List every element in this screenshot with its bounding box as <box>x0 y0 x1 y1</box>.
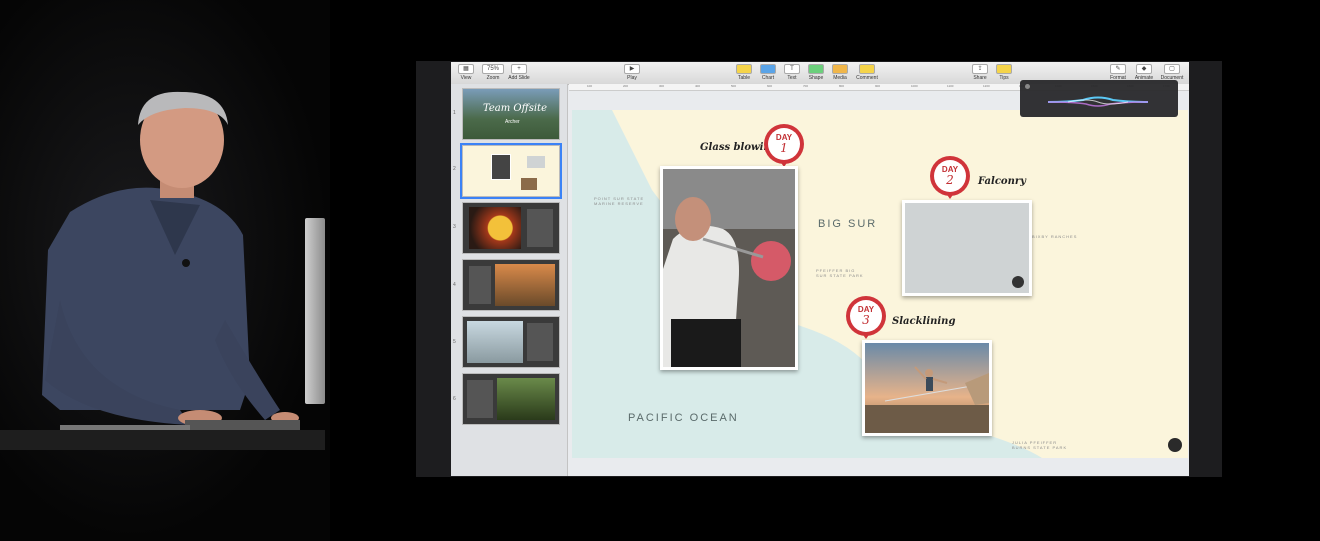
play-icon: ▶ <box>624 64 640 74</box>
slide-number: 4 <box>453 282 456 288</box>
slide-thumbnail-4[interactable] <box>462 259 560 311</box>
thumb-text-block <box>467 380 493 418</box>
plus-icon: + <box>511 64 527 74</box>
slide-number: 5 <box>453 339 456 345</box>
ocean-label: PACIFIC OCEAN <box>628 412 739 424</box>
thumb-text-block <box>527 209 553 247</box>
media-placeholder-icon[interactable] <box>1012 276 1024 288</box>
thumb-placeholder <box>527 156 545 168</box>
chart-icon <box>760 64 776 74</box>
slide-number: 1 <box>453 110 456 116</box>
slide-subtitle: Archer <box>505 119 520 125</box>
desk <box>0 430 325 450</box>
shape-icon <box>808 64 824 74</box>
monitor-stand <box>305 218 325 404</box>
day2-pin: DAY 2 <box>930 156 970 199</box>
siri-waveform-icon <box>1048 96 1148 107</box>
comment-button[interactable]: Comment <box>855 64 879 82</box>
thumb-photo <box>467 321 523 363</box>
siri-panel[interactable] <box>1020 80 1178 117</box>
tips-button[interactable]: Tips <box>995 64 1013 82</box>
slide-number: 6 <box>453 396 456 402</box>
ruler-tick: 600 <box>767 84 773 88</box>
table-button[interactable]: Table <box>735 64 753 82</box>
ruler-tick: 1200 <box>983 84 990 88</box>
ruler-tick: 700 <box>803 84 809 88</box>
slide-thumbnail-5[interactable] <box>462 316 560 368</box>
close-icon[interactable] <box>1025 84 1030 89</box>
text-button[interactable]: T Text <box>783 64 801 82</box>
thumb-photo <box>491 154 511 180</box>
slide-thumbnail-3[interactable] <box>462 202 560 254</box>
view-button[interactable]: ▦ View <box>457 64 475 82</box>
falconry-photo-placeholder[interactable] <box>902 200 1032 296</box>
ruler-tick: 300 <box>659 84 665 88</box>
slide-canvas[interactable]: BIG SUR PACIFIC OCEAN POINT SUR STATE MA… <box>572 110 1188 458</box>
presenter-figure <box>42 91 300 431</box>
ruler-tick: 900 <box>875 84 881 88</box>
add-slide-button[interactable]: + Add Slide <box>507 64 531 82</box>
keynote-window: ▦ View 75% Zoom + Add Slide ▶ Play Table… <box>451 62 1189 476</box>
thumb-photo <box>495 264 555 306</box>
slacklining-photo[interactable] <box>862 340 992 436</box>
slide-navigator: 1 Team Offsite Archer 2 3 4 5 6 <box>451 84 568 476</box>
day2-activity: Falconry <box>978 176 1026 187</box>
slide-number: 3 <box>453 224 456 230</box>
thumb-text-block <box>469 266 491 304</box>
ruler-tick: 1100 <box>947 84 954 88</box>
table-icon <box>736 64 752 74</box>
stage-background <box>0 0 330 541</box>
ruler-tick: 400 <box>695 84 701 88</box>
slide-title: Team Offsite <box>483 103 547 114</box>
slide-thumbnail-1[interactable]: Team Offsite Archer <box>462 88 560 140</box>
thumb-photo <box>521 178 537 190</box>
view-icon: ▦ <box>458 64 474 74</box>
day1-pin: DAY 1 <box>764 124 804 167</box>
thumb-photo <box>469 207 521 249</box>
animate-icon: ◆ <box>1136 64 1152 74</box>
ruler-tick: 1000 <box>911 84 918 88</box>
thumb-text-block <box>527 323 553 361</box>
document-icon: ▢ <box>1164 64 1180 74</box>
ruler-tick: 100 <box>587 84 593 88</box>
glass-blowing-photo[interactable] <box>660 166 798 370</box>
region-label: BIG SUR <box>818 218 878 230</box>
slide-thumbnail-6[interactable] <box>462 373 560 425</box>
share-button[interactable]: ⇪ Share <box>971 64 989 82</box>
text-icon: T <box>784 64 800 74</box>
format-icon: ✎ <box>1110 64 1126 74</box>
ruler-tick: 200 <box>623 84 629 88</box>
map-label: JULIA PFEIFFER BURNS STATE PARK <box>1012 440 1068 450</box>
play-button[interactable]: ▶ Play <box>623 64 641 82</box>
comment-icon <box>859 64 875 74</box>
day3-activity: Slacklining <box>892 316 956 327</box>
media-icon <box>832 64 848 74</box>
thumb-photo <box>497 378 555 420</box>
ruler-tick: 500 <box>731 84 737 88</box>
zoom-value: 75% <box>482 64 504 74</box>
tips-icon <box>996 64 1012 74</box>
day3-pin: DAY 3 <box>846 296 886 339</box>
share-icon: ⇪ <box>972 64 988 74</box>
media-button[interactable]: Media <box>831 64 849 82</box>
chart-button[interactable]: Chart <box>759 64 777 82</box>
zoom-button[interactable]: 75% Zoom <box>481 64 505 82</box>
map-label: POINT SUR STATE MARINE RESERVE <box>594 196 645 206</box>
map-label: BIXBY RANCHES <box>1032 234 1078 239</box>
media-button-icon[interactable] <box>1168 438 1182 452</box>
shape-button[interactable]: Shape <box>807 64 825 82</box>
slide-thumbnail-2[interactable] <box>460 143 562 199</box>
ruler-tick: 800 <box>839 84 845 88</box>
slide-number: 2 <box>453 166 456 172</box>
map-label: PFEIFFER BIG SUR STATE PARK <box>816 268 864 278</box>
